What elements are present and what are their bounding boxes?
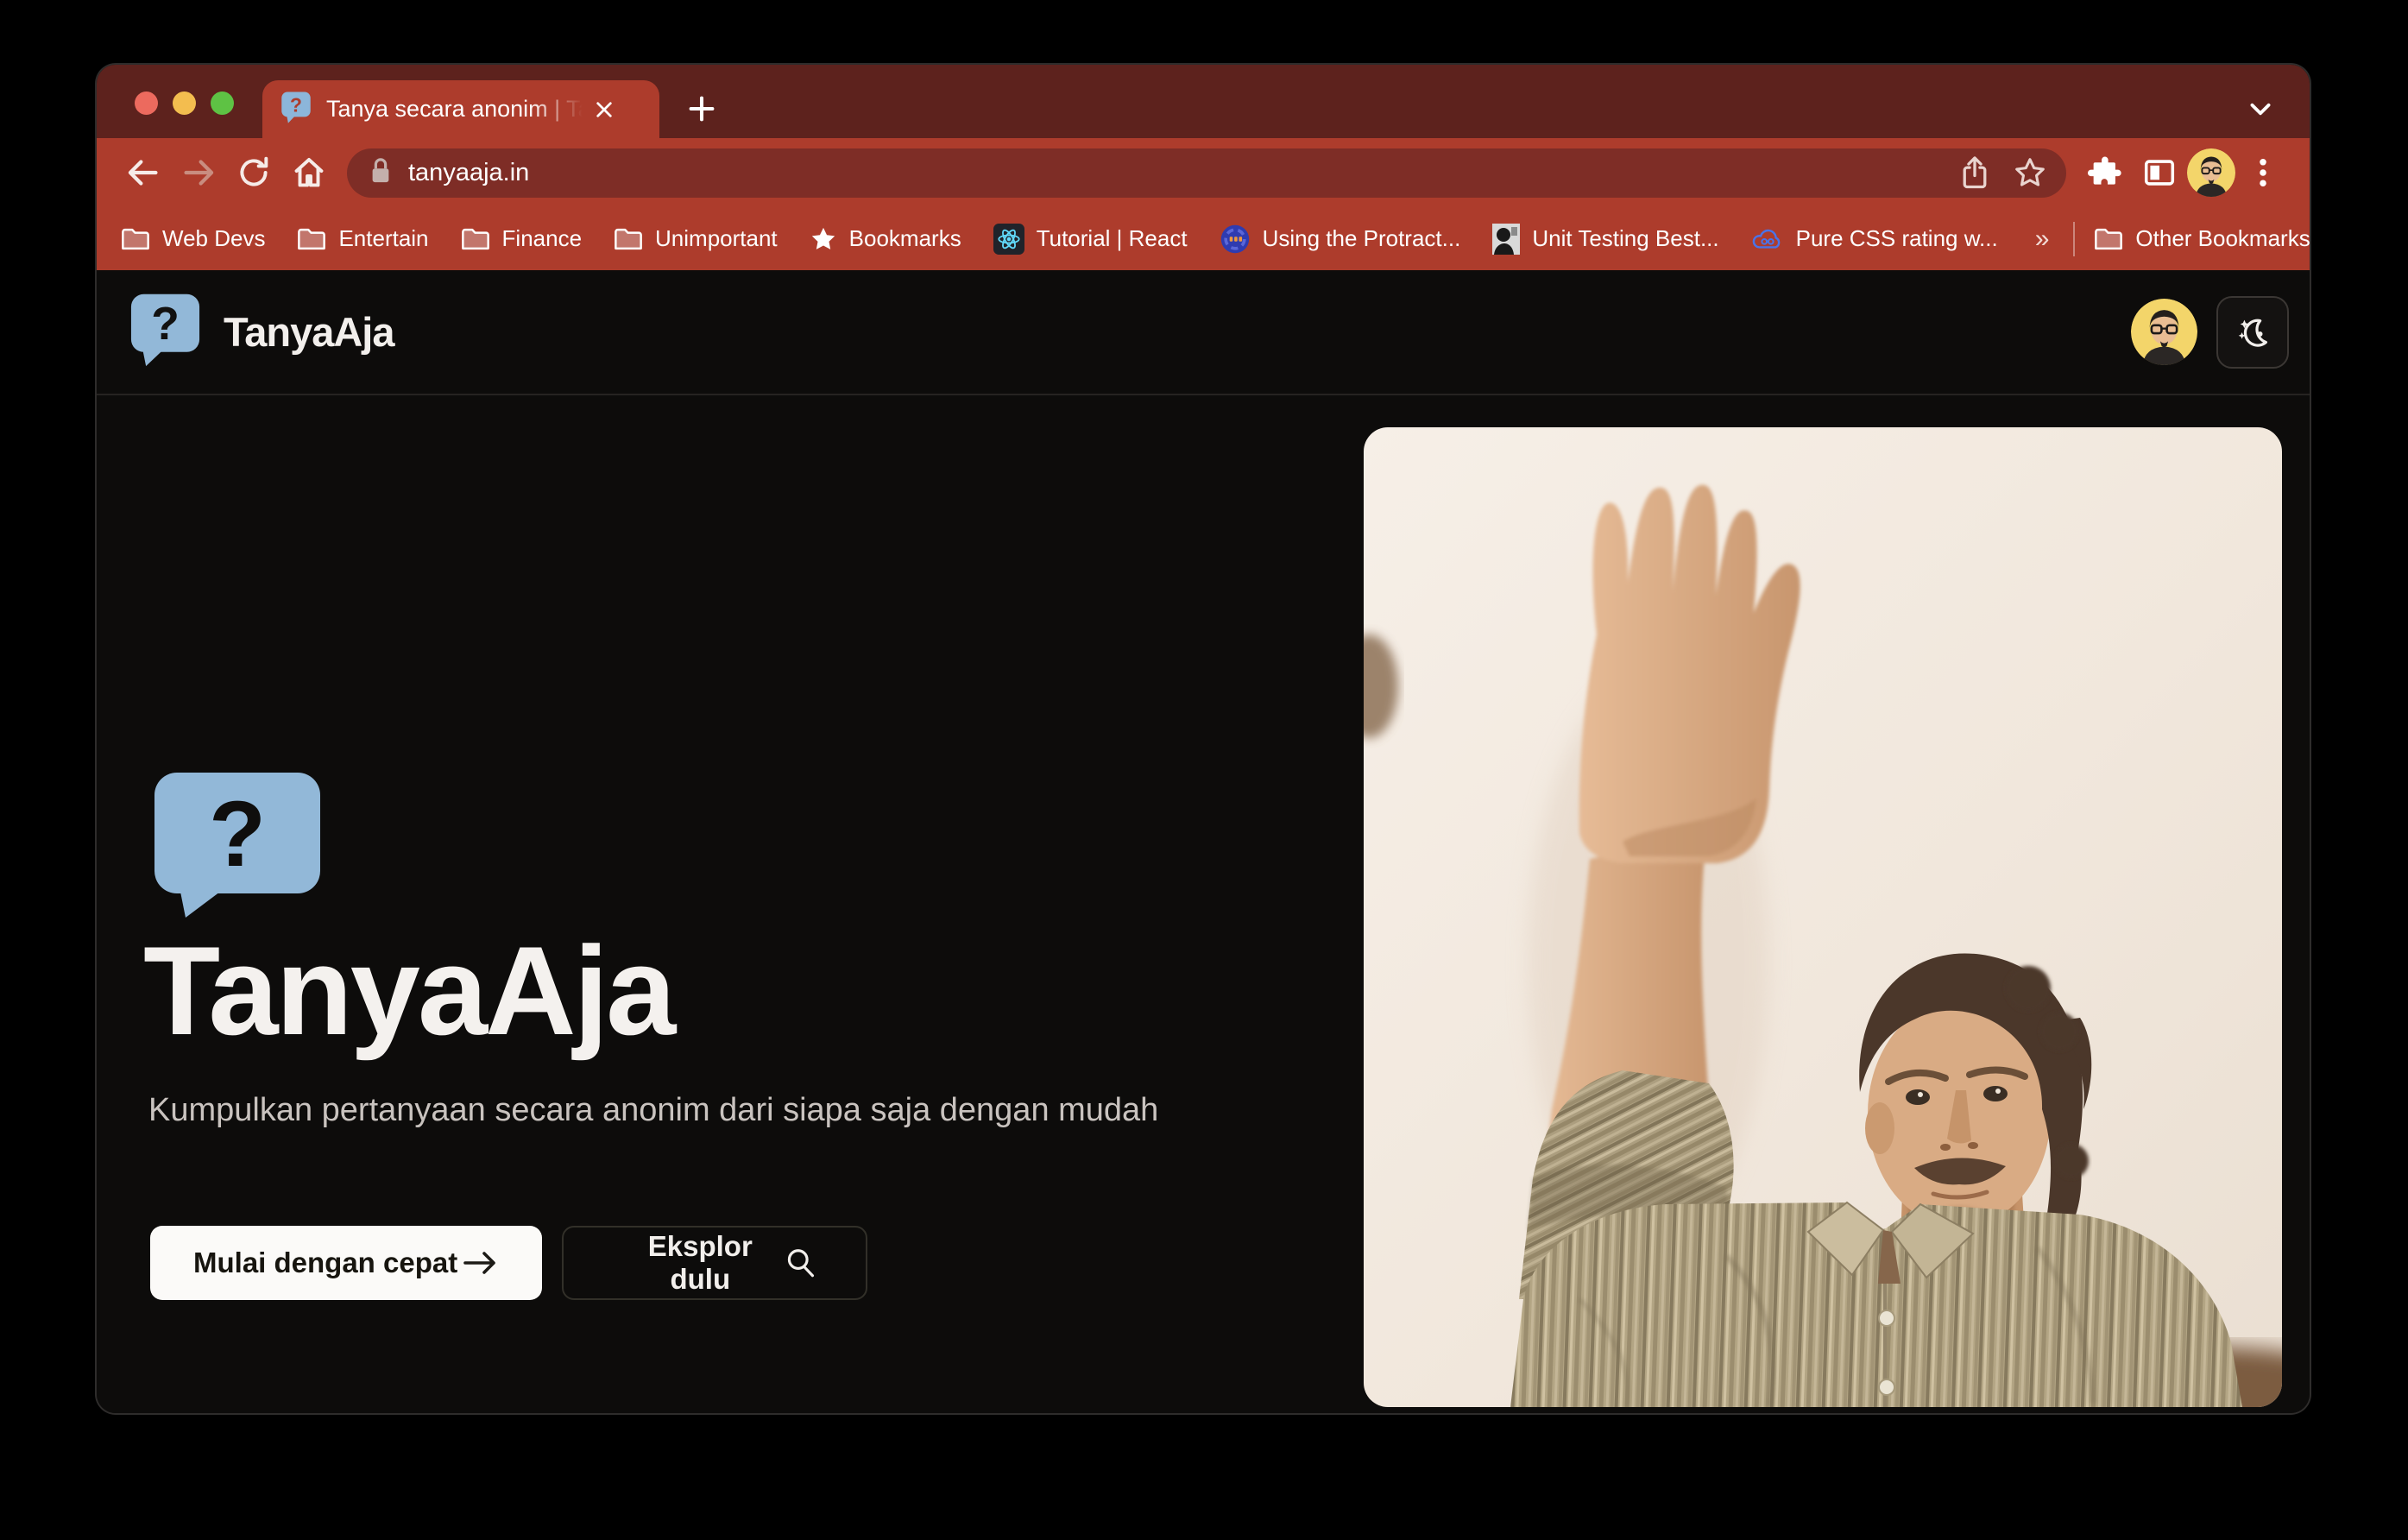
bookmark-label: Unit Testing Best...	[1532, 225, 1718, 252]
dark-mode-toggle[interactable]	[2216, 296, 2289, 369]
folder-icon	[2094, 226, 2123, 252]
extensions-puzzle-icon[interactable]	[2081, 149, 2127, 196]
tab-search-chevron-icon[interactable]	[2239, 87, 2282, 130]
reload-icon[interactable]	[230, 149, 277, 196]
bookmark-label: Entertain	[338, 225, 428, 252]
hero-subtitle: Kumpulkan pertanyaan secara anonim dari …	[148, 1092, 1158, 1129]
bookmark-folder-entertain[interactable]: Entertain	[297, 225, 428, 252]
cloud-icon	[1751, 225, 1784, 253]
site-user-avatar[interactable]	[2131, 299, 2197, 365]
svg-text:?: ?	[151, 299, 180, 350]
folder-icon	[297, 226, 326, 252]
tab-strip: ? Tanya secara anonim | TanyaAja	[97, 65, 2310, 138]
bookmarks-divider	[2073, 222, 2075, 256]
primary-cta-label: Mulai dengan cepat	[193, 1247, 457, 1279]
bookmark-folder-finance[interactable]: Finance	[461, 225, 583, 252]
bookmark-bookmarks[interactable]: Bookmarks	[810, 225, 961, 253]
side-panel-icon[interactable]	[2136, 149, 2183, 196]
browser-profile-avatar[interactable]	[2187, 148, 2235, 197]
bookmark-label: Using the Protract...	[1263, 225, 1461, 252]
arrow-right-icon	[463, 1249, 499, 1277]
svg-text:?: ?	[290, 93, 302, 116]
address-bar[interactable]: tanyaaja.in	[347, 148, 2066, 198]
folder-icon	[614, 226, 643, 252]
bookmark-folder-unimportant[interactable]: Unimportant	[614, 225, 778, 252]
hero-photo	[1364, 427, 2282, 1407]
url-text: tanyaaja.in	[408, 159, 529, 187]
share-icon[interactable]	[1951, 149, 1998, 196]
hero-title: TanyaAja	[143, 928, 673, 1054]
new-tab-button[interactable]	[678, 85, 725, 132]
bookmark-using-the-protractor[interactable]: Using the Protract...	[1220, 224, 1461, 255]
browser-window: ? Tanya secara anonim | TanyaAja	[97, 65, 2310, 1413]
bookmark-label: Tutorial | React	[1037, 225, 1188, 252]
moon-stars-icon	[2233, 312, 2272, 352]
close-window-button[interactable]	[135, 92, 158, 115]
minimize-window-button[interactable]	[173, 92, 196, 115]
back-icon[interactable]	[120, 149, 167, 196]
forward-icon[interactable]	[175, 149, 222, 196]
home-icon[interactable]	[286, 149, 332, 196]
bookmark-star-icon[interactable]	[2007, 149, 2053, 196]
browser-toolbar: tanyaaja.in	[97, 138, 2310, 207]
bookmark-pure-css-rating[interactable]: Pure CSS rating w...	[1751, 225, 1998, 253]
bookmark-folder-web-devs[interactable]: Web Devs	[121, 225, 265, 252]
tab-favicon-question-bubble-icon: ?	[280, 91, 312, 128]
bookmark-label: Pure CSS rating w...	[1796, 225, 1998, 252]
kebab-menu-icon[interactable]	[2240, 149, 2286, 196]
bookmark-label: Unimportant	[655, 225, 778, 252]
site-brand[interactable]: TanyaAja	[224, 308, 394, 356]
search-icon	[785, 1247, 816, 1279]
primary-cta-button[interactable]: Mulai dengan cepat	[150, 1226, 542, 1300]
maximize-window-button[interactable]	[211, 92, 234, 115]
tab-title: Tanya secara anonim | TanyaAja	[326, 96, 585, 123]
site-logo-question-bubble-icon[interactable]: ?	[124, 293, 206, 371]
hero-logo-question-bubble-icon: ?	[150, 771, 325, 924]
bookmark-unit-testing-best[interactable]: Unit Testing Best...	[1492, 224, 1718, 255]
bookmark-label: Finance	[502, 225, 583, 252]
bookmarks-overflow-chevron[interactable]: »	[2030, 224, 2055, 254]
bookmark-label: Web Devs	[162, 225, 265, 252]
other-bookmarks-label: Other Bookmarks	[2135, 225, 2310, 252]
protractor-icon	[1220, 224, 1251, 255]
hero-cta-group: Mulai dengan cepat Eksplor dulu	[150, 1226, 867, 1300]
web-page: ? TanyaAja	[97, 270, 2310, 1413]
folder-icon	[121, 226, 150, 252]
bookmark-tutorial-react[interactable]: Tutorial | React	[993, 224, 1188, 255]
folder-icon	[461, 226, 490, 252]
other-bookmarks-folder[interactable]: Other Bookmarks	[2094, 225, 2310, 252]
portrait-photo-icon	[1492, 224, 1520, 255]
tab-close-icon[interactable]	[587, 92, 621, 127]
star-icon	[810, 225, 837, 253]
active-tab[interactable]: ? Tanya secara anonim | TanyaAja	[262, 80, 659, 138]
lock-icon	[368, 156, 394, 190]
secondary-cta-button[interactable]: Eksplor dulu	[562, 1226, 867, 1300]
bookmarks-bar: Web Devs Entertain Finance Unimportant B…	[97, 207, 2310, 270]
secondary-cta-label: Eksplor dulu	[615, 1230, 785, 1296]
react-icon	[993, 224, 1024, 255]
traffic-lights	[135, 92, 234, 115]
bookmark-label: Bookmarks	[849, 225, 961, 252]
svg-text:?: ?	[209, 781, 266, 886]
site-header: ? TanyaAja	[97, 270, 2310, 395]
